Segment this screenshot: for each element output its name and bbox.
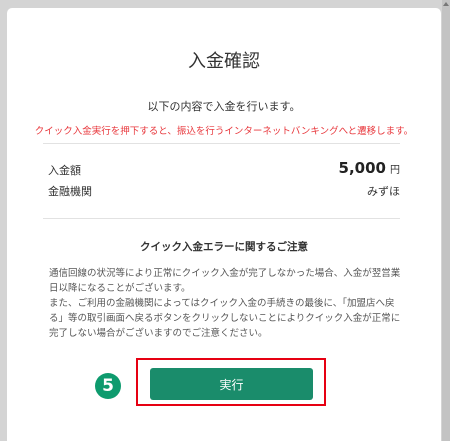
notice-heading: クイック入金エラーに関するご注意: [140, 241, 308, 253]
amount-unit: 円: [390, 165, 400, 176]
step-number-badge: 5: [95, 373, 121, 399]
scrollbar[interactable]: [442, 0, 450, 441]
divider: [43, 218, 400, 219]
bank-label: 金融機関: [48, 185, 92, 198]
notice-body: 通信回線の状況等により正常にクイック入金が完了しなかった場合、入金が翌営業日以降…: [49, 266, 407, 341]
modal-title: 入金確認: [188, 51, 260, 72]
execute-button[interactable]: 実行: [150, 368, 313, 400]
notice-paragraph: 通信回線の状況等により正常にクイック入金が完了しなかった場合、入金が翌営業日以降…: [49, 268, 401, 294]
divider: [43, 143, 400, 144]
intro-text: 以下の内容で入金を行います。: [147, 100, 301, 113]
warning-text: クイック入金実行を押下すると、振込を行うインターネットバンキングへと遷移します。: [34, 126, 414, 137]
amount-value: 5,000: [338, 159, 386, 177]
amount-label: 入金額: [48, 164, 81, 177]
notice-paragraph: また、ご利用の金融機関によってはクイック入金の手続きの最後に、「加盟店へ戻る」等…: [49, 298, 401, 339]
amount-value-group: 5,000 円: [339, 158, 400, 177]
deposit-confirm-modal: 入金確認 以下の内容で入金を行います。 クイック入金実行を押下すると、振込を行う…: [7, 8, 441, 441]
bank-value: みずほ: [367, 185, 400, 198]
scroll-up-arrow-icon[interactable]: [443, 2, 449, 6]
